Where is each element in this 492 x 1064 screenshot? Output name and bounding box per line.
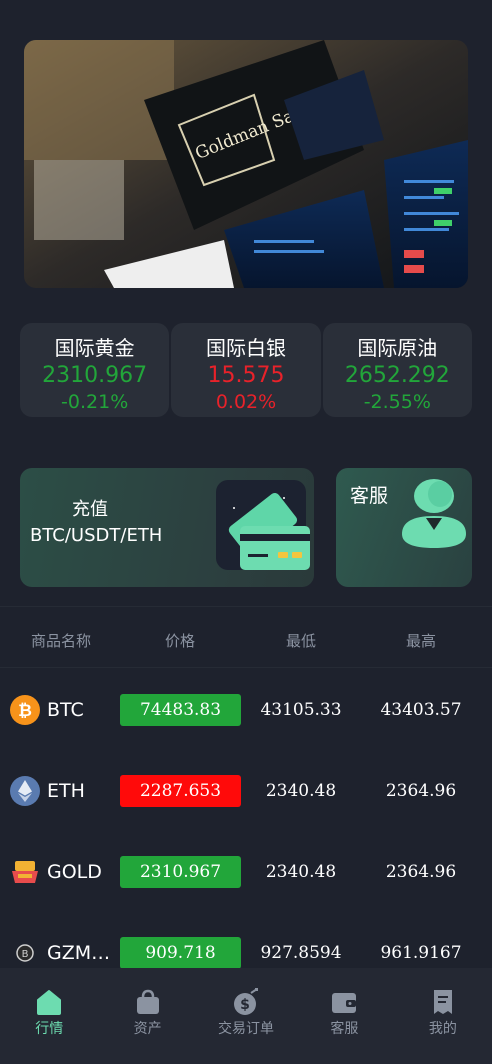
recharge-subtitle: BTC/USDT/ETH (30, 525, 163, 546)
tab-label: 交易订单 (218, 1021, 275, 1037)
ticker-silver[interactable]: 国际白银 15.575 0.02% (171, 323, 321, 417)
row-price: 2310.967 (120, 856, 241, 888)
tab-label: 资产 (133, 1021, 162, 1037)
gold-icon (12, 861, 38, 883)
service-title: 客服 (350, 485, 389, 507)
row-high: 961.9167 (380, 943, 462, 963)
header-divider (0, 667, 492, 668)
home-icon (37, 990, 62, 1015)
row-price: 909.718 (120, 937, 241, 968)
svg-text:$: $ (240, 997, 250, 1013)
ticker-name: 国际白银 (205, 336, 286, 360)
dollar-bag-icon: $ (234, 988, 259, 1015)
wallet-icon (332, 993, 357, 1013)
table-row[interactable]: ETH 2287.653 2340.48 2364.96 (0, 751, 492, 832)
bitcoin-icon: ₿ (10, 695, 40, 725)
bottom-tab-bar: 行情 资产 $ 交易订单 客服 我的 (0, 968, 492, 1064)
bag-icon (136, 989, 159, 1014)
tab-orders[interactable]: $ 交易订单 (197, 968, 295, 1064)
table-row[interactable]: B GZMTBTC 909.718 927.8594 961.9167 (0, 913, 492, 968)
tab-service[interactable]: 客服 (295, 968, 393, 1064)
ticker-change: 0.02% (215, 391, 277, 413)
ticker-oil[interactable]: 国际原油 2652.292 -2.55% (322, 323, 472, 417)
ticker-price: 2310.967 (42, 363, 148, 388)
ticker-name: 国际原油 (357, 336, 438, 360)
tab-label: 我的 (428, 1021, 457, 1037)
row-low: 2340.48 (265, 781, 337, 801)
ethereum-icon (10, 776, 40, 806)
row-price: 74483.83 (120, 694, 241, 726)
col-low: 最低 (285, 631, 317, 650)
row-price: 2287.653 (120, 775, 241, 807)
gzm-coin-icon: B (16, 944, 34, 962)
receipt-icon (433, 990, 452, 1014)
tab-label: 行情 (35, 1021, 64, 1037)
trading-floor-image: Goldman Sachs (24, 40, 468, 288)
support-agent-icon (402, 479, 466, 548)
row-high: 2364.96 (385, 862, 457, 882)
customer-service-card[interactable]: 客服 (336, 468, 472, 587)
row-high: 43403.57 (380, 700, 462, 720)
tab-assets[interactable]: 资产 (98, 968, 196, 1064)
ticker-price: 15.575 (207, 363, 285, 388)
col-price: 价格 (164, 631, 196, 650)
table-row[interactable]: ₿ BTC 74483.83 43105.33 43403.57 (0, 670, 492, 751)
tab-label: 客服 (330, 1021, 359, 1037)
tab-market[interactable]: 行情 (0, 968, 98, 1064)
row-low: 927.8594 (260, 943, 342, 963)
section-divider (0, 606, 492, 607)
svg-text:B: B (22, 949, 29, 960)
svg-text:₿: ₿ (18, 701, 32, 721)
row-symbol: ETH (47, 780, 85, 802)
recharge-card[interactable]: 充值 BTC/USDT/ETH (20, 468, 314, 587)
recharge-title: 充值 (72, 499, 108, 520)
market-table-header: 商品名称 价格 最低 最高 (0, 622, 492, 658)
card-icon (216, 480, 310, 570)
ticker-change: -0.21% (61, 391, 129, 413)
ticker-name: 国际黄金 (54, 336, 135, 360)
table-row[interactable]: GOLD 2310.967 2340.48 2364.96 (0, 832, 492, 913)
col-name: 商品名称 (30, 631, 92, 650)
row-symbol: GOLD (47, 861, 102, 883)
row-symbol: BTC (47, 699, 84, 721)
hero-banner[interactable]: Goldman Sachs (24, 40, 468, 288)
row-low: 2340.48 (265, 862, 337, 882)
ticker-change: -2.55% (363, 391, 431, 413)
tab-profile[interactable]: 我的 (394, 968, 492, 1064)
market-list: ₿ BTC 74483.83 43105.33 43403.57 ETH 228… (0, 670, 492, 968)
index-tickers: 国际黄金 2310.967 -0.21% 国际白银 15.575 0.02% 国… (20, 323, 472, 417)
ticker-gold[interactable]: 国际黄金 2310.967 -0.21% (20, 323, 170, 417)
row-high: 2364.96 (385, 781, 457, 801)
row-low: 43105.33 (260, 700, 342, 720)
quick-actions: 充值 BTC/USDT/ETH 客服 (20, 468, 472, 587)
row-symbol: GZMTBTC (47, 942, 119, 964)
col-high: 最高 (405, 631, 437, 650)
ticker-price: 2652.292 (344, 363, 450, 388)
